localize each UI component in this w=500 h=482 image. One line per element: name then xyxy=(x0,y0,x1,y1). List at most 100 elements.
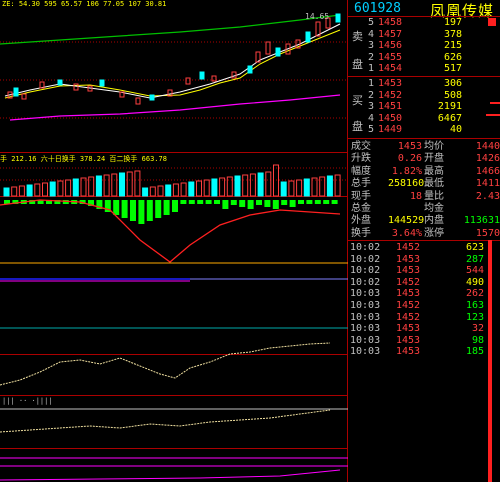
volume-bar xyxy=(18,185,25,197)
bid-price: 1449 xyxy=(378,124,403,135)
macd-line xyxy=(0,199,341,263)
macd-bar xyxy=(163,200,170,215)
tick-row[interactable]: 10:02 1452 623 xyxy=(348,242,500,254)
stat-value: 3.64% xyxy=(391,227,422,239)
stat-label-2: 开盘 xyxy=(424,153,444,165)
tick-row[interactable]: 10:03 1453 32 xyxy=(348,323,500,335)
candle xyxy=(57,79,63,86)
tick-scroll-bar[interactable] xyxy=(488,240,492,482)
volume-bar xyxy=(172,183,179,197)
kline-chart-area[interactable]: ZE: 54.30 595 65.57 106 77.05 107 30.81 … xyxy=(0,0,348,482)
stat-value-2: 1426 xyxy=(475,153,500,165)
divider-ticks xyxy=(348,240,500,241)
bid-row[interactable]: 5 1449 40 xyxy=(348,124,500,135)
tick-row[interactable]: 10:03 1453 185 xyxy=(348,346,500,358)
ma-long-line xyxy=(0,14,341,45)
ask-level: 1 xyxy=(368,63,375,74)
stat-label-2: 量比 xyxy=(424,190,444,202)
tick-row[interactable]: 10:03 1453 98 xyxy=(348,335,500,347)
stat-row: 现手 18 量比 2.43 xyxy=(348,190,500,203)
tick-volume: 163 xyxy=(465,300,484,311)
ask-level: 2 xyxy=(368,51,375,63)
bid-row[interactable]: 3 1451 2191 xyxy=(348,101,500,112)
volume-legend: 手 212.16 六十日换手 378.24 百二换手 663.78 xyxy=(0,155,167,163)
macd-bar xyxy=(272,200,279,209)
macd-bar xyxy=(188,200,195,204)
volume-bar xyxy=(34,183,41,197)
macd-bar xyxy=(247,200,254,209)
ask-price: 1456 xyxy=(378,40,403,51)
bid-row[interactable]: 1 1453 306 xyxy=(348,78,500,89)
stat-label: 总手 xyxy=(351,178,371,190)
stat-value-2: 1466 xyxy=(475,165,500,177)
candle xyxy=(231,71,237,79)
volume-bar xyxy=(296,179,303,197)
volume-bar xyxy=(134,170,141,197)
stat-row: 总手 258160 最低 1411 xyxy=(348,177,500,190)
volume-bar xyxy=(157,185,164,197)
stat-label-2: 涨停 xyxy=(424,227,444,239)
bid-row[interactable]: 4 1450 6467 xyxy=(348,113,500,124)
macd-bars xyxy=(4,200,338,224)
volume-bar xyxy=(65,179,72,197)
candle xyxy=(265,41,271,55)
ask-volume: 517 xyxy=(443,63,462,74)
ask-row[interactable]: 2 1455 626 xyxy=(348,52,500,63)
tick-volume: 623 xyxy=(465,242,484,253)
volume-bar xyxy=(257,172,264,197)
volume-bar xyxy=(80,177,87,197)
macd-bar xyxy=(239,200,246,207)
macd-bar xyxy=(306,200,313,204)
ask-price: 1454 xyxy=(378,63,403,74)
ask-row[interactable]: 5 1458 197 xyxy=(348,17,500,28)
volume-bar xyxy=(111,173,118,197)
tick-volume: 32 xyxy=(471,323,484,335)
tick-price: 1453 xyxy=(396,334,421,346)
stat-row: 换手 3.64% 涨停 1570 xyxy=(348,227,500,240)
stat-value: 0.26 xyxy=(397,153,422,165)
ask-volume: 197 xyxy=(443,17,462,28)
bid-level: 1 xyxy=(368,78,375,89)
tick-time: 10:03 xyxy=(350,346,381,358)
bid-row[interactable]: 2 1452 508 xyxy=(348,90,500,101)
macd-bar xyxy=(281,200,288,205)
macd-bar xyxy=(214,200,220,204)
stat-value-2: 113631 xyxy=(463,215,500,227)
candlesticks xyxy=(7,13,341,105)
tick-volume: 185 xyxy=(465,346,484,358)
bottom-magenta-line xyxy=(0,469,341,481)
volume-bar xyxy=(3,187,10,197)
volume-bar xyxy=(265,171,272,197)
tick-row[interactable]: 10:02 1453 544 xyxy=(348,265,500,277)
stat-label: 换手 xyxy=(351,227,371,239)
volume-bar xyxy=(126,171,133,197)
candle xyxy=(99,79,105,87)
macd-bar xyxy=(289,200,296,207)
tick-row[interactable]: 10:02 1453 287 xyxy=(348,254,500,266)
stat-label: 外盘 xyxy=(351,215,371,227)
tick-row[interactable]: 10:03 1452 163 xyxy=(348,300,500,312)
tick-price: 1453 xyxy=(396,288,421,300)
macd-bar xyxy=(323,200,330,204)
volume-bar xyxy=(119,172,125,197)
candle xyxy=(247,65,253,74)
volume-bar xyxy=(103,174,110,197)
ask-row[interactable]: 1 1454 517 xyxy=(348,63,500,74)
macd-bar xyxy=(130,200,136,221)
volume-bar xyxy=(319,176,326,197)
ma-magenta-line xyxy=(9,94,341,121)
bid-volume: 306 xyxy=(443,78,462,89)
stat-row: 总金 均金 xyxy=(348,202,500,215)
bid-level: 3 xyxy=(368,101,375,112)
volume-bar xyxy=(180,182,187,197)
volume-bar xyxy=(196,180,202,197)
tick-row[interactable]: 10:03 1453 262 xyxy=(348,288,500,300)
tick-row[interactable]: 10:02 1452 490 xyxy=(348,277,500,289)
stat-label: 升跌 xyxy=(351,153,371,165)
ask-row[interactable]: 3 1456 215 xyxy=(348,40,500,51)
tick-time: 10:03 xyxy=(350,300,381,311)
tick-row[interactable]: 10:03 1452 123 xyxy=(348,312,500,324)
stat-label-2: 内盘 xyxy=(424,215,444,227)
ask-row[interactable]: 4 1457 378 xyxy=(348,29,500,40)
tick-price: 1453 xyxy=(396,265,421,277)
